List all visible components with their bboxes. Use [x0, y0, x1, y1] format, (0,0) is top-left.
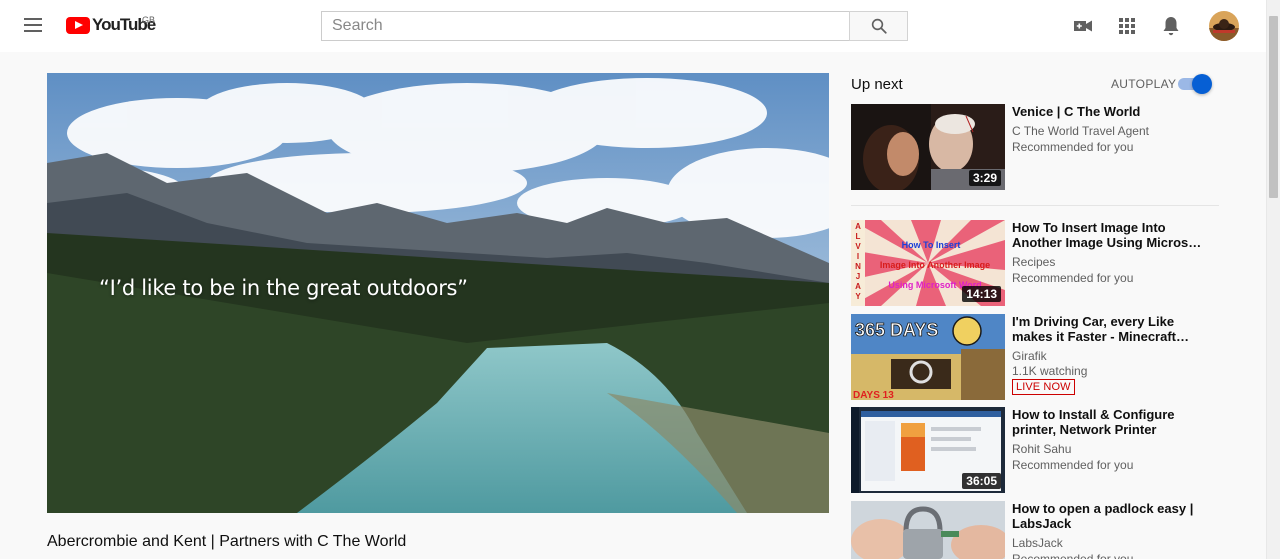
- masthead: YouTube GB: [0, 0, 1266, 52]
- channel-name[interactable]: LabsJack: [1012, 535, 1063, 551]
- video-duration: 3:29: [968, 170, 1001, 186]
- recommended-video[interactable]: How to open a padlock easy | LabsJack La…: [851, 501, 1221, 559]
- recommended-video[interactable]: How To Insert Image Into Another Image U…: [851, 220, 1221, 306]
- region-code: GB: [142, 15, 156, 25]
- video-meta: Recommended for you: [1012, 552, 1134, 559]
- video-title-link[interactable]: How to Install & Configure printer, Netw…: [1012, 407, 1207, 437]
- thumbnail-letter: N: [855, 262, 861, 271]
- title-line: Another Image Using Microsof…: [1012, 235, 1207, 250]
- video-meta: Recommended for you: [1012, 140, 1134, 154]
- channel-name[interactable]: Girafik: [1012, 348, 1047, 364]
- autoplay-toggle[interactable]: [1178, 74, 1212, 94]
- video-meta: Recommended for you: [1012, 458, 1134, 472]
- live-now-badge: LIVE NOW: [1012, 379, 1075, 395]
- page-scrollbar[interactable]: [1266, 0, 1280, 559]
- search-box: [321, 11, 849, 41]
- video-title-link[interactable]: Venice | C The World: [1012, 104, 1207, 119]
- thumbnail-letter: A: [855, 282, 861, 291]
- video-meta: Recommended for you: [1012, 271, 1134, 285]
- title-line: I'm Driving Car, every Like: [1012, 314, 1175, 329]
- video-meta: 1.1K watching: [1012, 364, 1088, 378]
- thumbnail-letter: Y: [855, 292, 861, 301]
- video-title-link[interactable]: How To Insert Image Into Another Image U…: [1012, 220, 1207, 250]
- recommended-video[interactable]: 3:29 Venice | C The World C The World Tr…: [851, 104, 1221, 190]
- recommended-video[interactable]: 36:05 How to Install & Configure printer…: [851, 407, 1221, 493]
- title-line: makes it Faster - Minecraft…: [1012, 329, 1190, 344]
- avatar[interactable]: [1209, 11, 1239, 41]
- apps-button[interactable]: [1115, 14, 1139, 38]
- video-player[interactable]: “I’d like to be in the great outdoors”: [47, 73, 829, 513]
- video-duration: 36:05: [962, 473, 1001, 489]
- autoplay-label: AUTOPLAY: [1111, 77, 1177, 91]
- notifications-button[interactable]: [1159, 14, 1183, 38]
- video-thumbnail[interactable]: [851, 501, 1005, 559]
- create-video-button[interactable]: [1071, 14, 1095, 38]
- youtube-play-icon: [66, 16, 90, 34]
- thumbnail-letter: L: [856, 232, 861, 241]
- thumbnail-letter: A: [855, 222, 861, 231]
- video-title-link[interactable]: How to open a padlock easy | LabsJack: [1012, 501, 1207, 531]
- thumbnail-text: Image Into Another Image: [880, 260, 990, 270]
- title-line: How To Insert Image Into: [1012, 220, 1166, 235]
- search-icon: [871, 18, 887, 34]
- video-title-link[interactable]: I'm Driving Car, every Like makes it Fas…: [1012, 314, 1207, 344]
- up-next-label: Up next: [851, 76, 903, 93]
- video-camera-icon: [1074, 20, 1092, 32]
- title-line: LabsJack: [1012, 516, 1072, 531]
- video-thumbnail[interactable]: 36:05: [851, 407, 1005, 493]
- thumbnail-letter: V: [855, 242, 861, 251]
- video-thumbnail[interactable]: 365 DAYS DAYS 13: [851, 314, 1005, 400]
- apps-grid-icon: [1119, 18, 1135, 34]
- search-button[interactable]: [849, 11, 908, 41]
- channel-name[interactable]: Recipes: [1012, 254, 1055, 270]
- toggle-knob: [1192, 74, 1212, 94]
- menu-icon[interactable]: [24, 18, 42, 32]
- video-thumbnail[interactable]: 3:29: [851, 104, 1005, 190]
- video-title: Abercrombie and Kent | Partners with C T…: [47, 533, 407, 550]
- thumbnail-letter: J: [856, 272, 860, 281]
- thumbnail-text: 365 DAYS: [855, 320, 938, 340]
- video-thumbnail[interactable]: How To Insert Image Into Another Image U…: [851, 220, 1005, 306]
- channel-name[interactable]: Rohit Sahu: [1012, 441, 1071, 457]
- video-duration: 14:13: [962, 286, 1001, 302]
- title-line: How to Install & Configure: [1012, 407, 1175, 422]
- thumbnail-text: How To Insert: [902, 240, 961, 250]
- divider: [851, 205, 1219, 206]
- thumbnail-letter: I: [857, 252, 859, 261]
- scrollbar-thumb[interactable]: [1269, 16, 1278, 198]
- bell-icon: [1163, 17, 1179, 36]
- thumbnail-text: DAYS 13: [853, 390, 894, 400]
- channel-name[interactable]: C The World Travel Agent: [1012, 123, 1149, 139]
- recommended-video[interactable]: 365 DAYS DAYS 13 I'm Driving Car, every …: [851, 314, 1221, 400]
- title-line: How to open a padlock easy |: [1012, 501, 1194, 516]
- title-line: printer, Network Printer: [1012, 422, 1157, 437]
- search-input[interactable]: [322, 12, 849, 40]
- video-caption: “I’d like to be in the great outdoors”: [99, 276, 468, 300]
